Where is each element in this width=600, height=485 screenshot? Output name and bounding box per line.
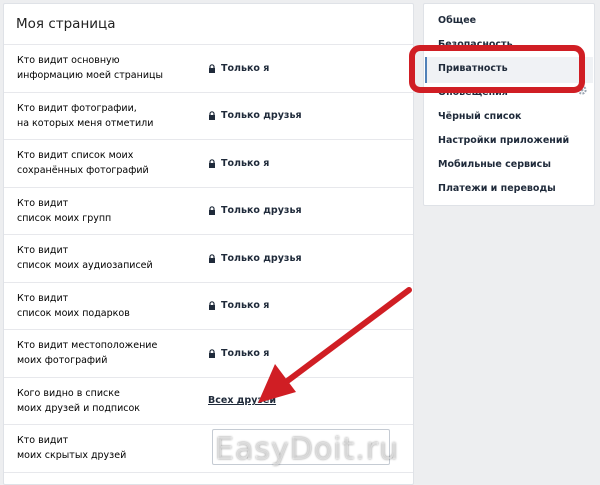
pointer-arrow-annotation: [258, 287, 412, 403]
watermark: EasyDoit.ru: [215, 432, 400, 467]
